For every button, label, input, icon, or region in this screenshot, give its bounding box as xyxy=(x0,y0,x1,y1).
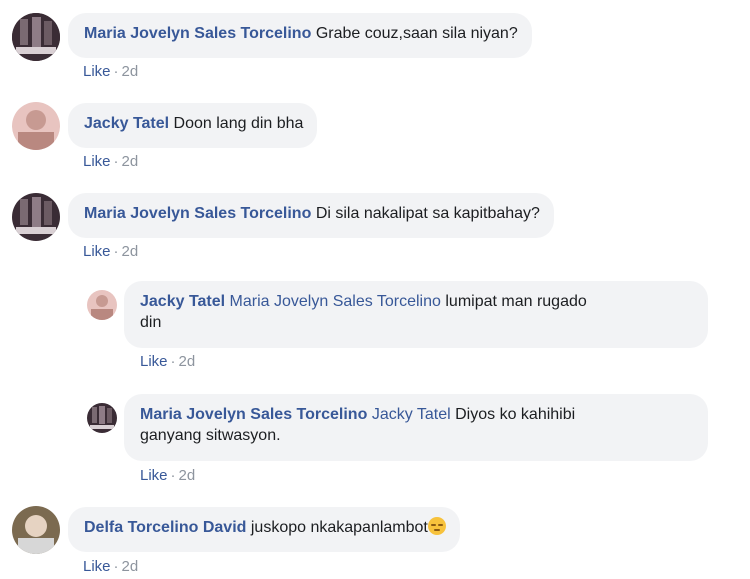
timestamp[interactable]: 2d xyxy=(122,243,139,260)
avatar-image xyxy=(87,403,117,433)
avatar[interactable] xyxy=(12,13,60,61)
sad-emoji-icon xyxy=(427,517,446,535)
avatar-image xyxy=(12,193,60,241)
comment-text: Doon lang din bha xyxy=(173,115,304,132)
mention-link[interactable]: Maria Jovelyn Sales Torcelino xyxy=(230,293,441,310)
like-link[interactable]: Like xyxy=(83,558,111,575)
comment-text: Diyos ko kahihibi xyxy=(455,406,576,423)
comment-text: Di sila nakalipat sa kapitbahay? xyxy=(315,205,540,222)
like-link[interactable]: Like xyxy=(83,243,111,260)
comment-actions: Like · 2d xyxy=(83,243,139,260)
comment-text-continued: din xyxy=(140,314,162,331)
mention-link[interactable]: Jacky Tatel xyxy=(372,406,451,423)
comment-bubble: Jacky Tatel Maria Jovelyn Sales Torcelin… xyxy=(124,281,708,348)
avatar-image xyxy=(12,506,60,554)
comment-bubble: Maria Jovelyn Sales Torcelino Grabe couz… xyxy=(68,13,532,58)
like-link[interactable]: Like xyxy=(140,353,168,370)
comment-bubble: Maria Jovelyn Sales Torcelino Jacky Tate… xyxy=(124,394,708,461)
avatar-image xyxy=(87,290,117,320)
comment-author[interactable]: Maria Jovelyn Sales Torcelino xyxy=(140,406,367,423)
avatar-image xyxy=(12,13,60,61)
comment-actions: Like · 2d xyxy=(140,353,196,370)
comment-bubble: Delfa Torcelino David juskopo nkakapanla… xyxy=(68,507,460,552)
comment-actions: Like · 2d xyxy=(83,558,139,575)
avatar[interactable] xyxy=(87,403,117,433)
avatar-image xyxy=(12,102,60,150)
comment-text: juskopo nkakapanlambot xyxy=(250,519,428,536)
comment-bubble: Jacky Tatel Doon lang din bha xyxy=(68,103,318,148)
comment-author[interactable]: Maria Jovelyn Sales Torcelino xyxy=(84,205,311,222)
comment-text: lumipat man rugado xyxy=(445,293,587,310)
like-link[interactable]: Like xyxy=(140,467,168,484)
comment-author[interactable]: Jacky Tatel xyxy=(140,293,225,310)
comment-actions: Like · 2d xyxy=(83,63,139,80)
avatar[interactable] xyxy=(87,290,117,320)
comment-actions: Like · 2d xyxy=(140,467,196,484)
like-link[interactable]: Like xyxy=(83,153,111,170)
avatar[interactable] xyxy=(12,102,60,150)
like-link[interactable]: Like xyxy=(83,63,111,80)
comment-author[interactable]: Jacky Tatel xyxy=(84,115,169,132)
timestamp[interactable]: 2d xyxy=(122,153,139,170)
comment-text-continued: ganyang sitwasyon. xyxy=(140,427,281,444)
comment-author[interactable]: Maria Jovelyn Sales Torcelino xyxy=(84,25,311,42)
timestamp[interactable]: 2d xyxy=(122,558,139,575)
timestamp[interactable]: 2d xyxy=(179,467,196,484)
timestamp[interactable]: 2d xyxy=(179,353,196,370)
comment-actions: Like · 2d xyxy=(83,153,139,170)
timestamp[interactable]: 2d xyxy=(122,63,139,80)
comment-author[interactable]: Delfa Torcelino David xyxy=(84,519,246,536)
avatar[interactable] xyxy=(12,506,60,554)
avatar[interactable] xyxy=(12,193,60,241)
comment-bubble: Maria Jovelyn Sales Torcelino Di sila na… xyxy=(68,193,554,238)
comment-text: Grabe couz,saan sila niyan? xyxy=(315,25,518,42)
